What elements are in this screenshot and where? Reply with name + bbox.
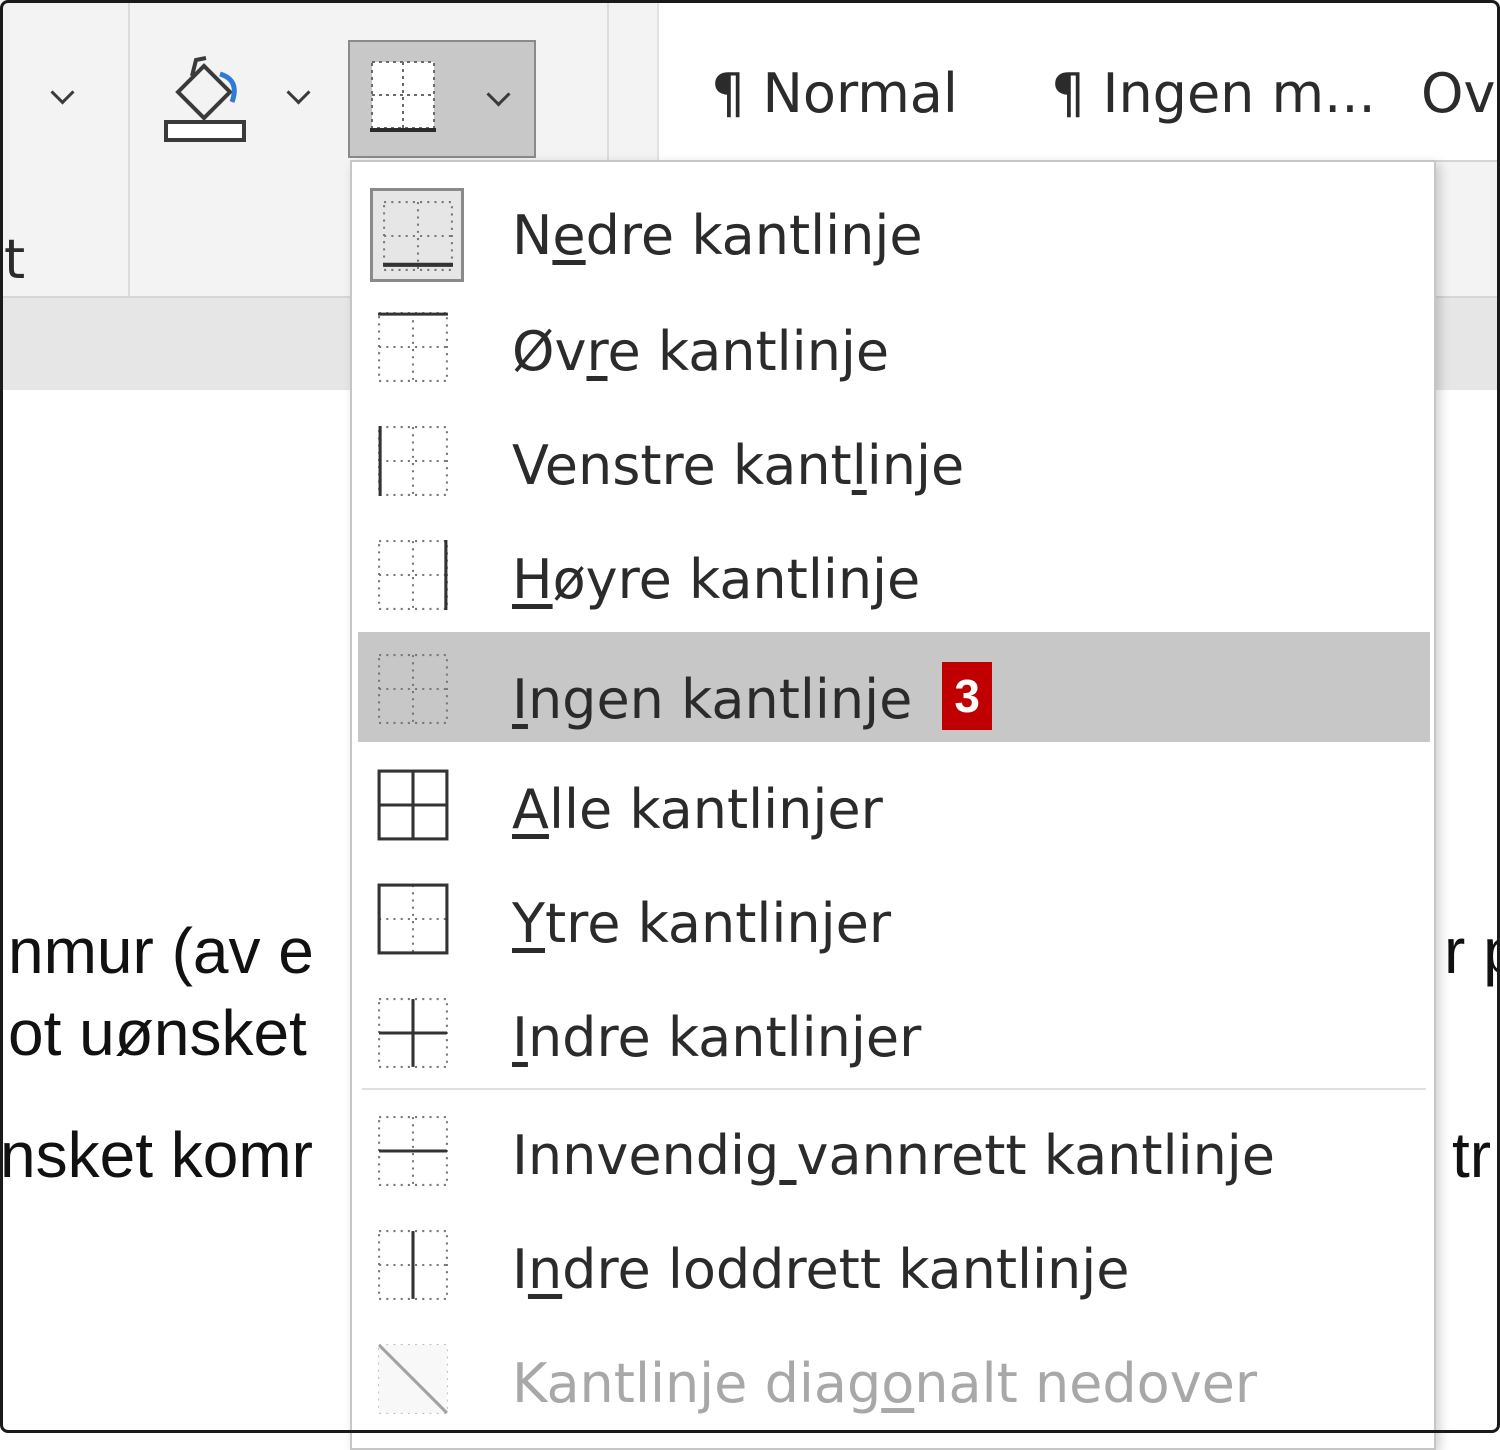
- access-key: l: [851, 434, 867, 497]
- access-key: I: [512, 668, 528, 731]
- document-text-line: r p: [1444, 915, 1500, 987]
- access-key: o: [881, 1352, 915, 1415]
- inside-horizontal-border-icon: [376, 1114, 450, 1188]
- menu-item-label: Innvendig vannrett kantlinje: [512, 1124, 1276, 1187]
- left-border-icon: [376, 424, 450, 498]
- menu-item-right-border[interactable]: Høyre kantlinje: [358, 518, 1430, 628]
- menu-item-label: Nedre kantlinje: [512, 204, 923, 267]
- no-border-icon: [376, 652, 450, 726]
- ribbon-group-label-fragment: t: [4, 228, 26, 291]
- right-border-icon: [376, 538, 450, 612]
- menu-item-inside-vertical-border[interactable]: Indre loddrett kantlinje: [358, 1208, 1430, 1318]
- menu-separator: [362, 1088, 1426, 1090]
- step-badge: 3: [942, 662, 992, 730]
- menu-item-label: Kantlinje diagonalt nedover: [512, 1352, 1258, 1415]
- menu-item-all-borders[interactable]: Alle kantlinjer: [358, 748, 1430, 858]
- style-normal[interactable]: ¶ Normal: [711, 62, 958, 125]
- shading-button[interactable]: [158, 52, 254, 148]
- access-key: A: [512, 778, 549, 841]
- access-key: I: [512, 1006, 528, 1069]
- menu-item-top-border[interactable]: Øvre kantlinje: [358, 290, 1430, 400]
- chevron-down-icon: [486, 82, 511, 107]
- menu-item-no-border[interactable]: Ingen kantlinje 3: [358, 632, 1430, 742]
- top-border-icon: [376, 310, 450, 384]
- access-key: n: [527, 1238, 563, 1301]
- borders-dropdown-button[interactable]: [348, 40, 536, 158]
- outside-borders-icon: [376, 882, 450, 956]
- access-key: e: [552, 204, 586, 267]
- document-text-line: ot uønsket: [8, 997, 307, 1069]
- menu-item-label: Ytre kantlinjer: [512, 892, 892, 955]
- all-borders-icon: [376, 768, 450, 842]
- access-key: r: [586, 320, 608, 383]
- menu-item-inside-horizontal-border[interactable]: Innvendig vannrett kantlinje: [358, 1094, 1430, 1204]
- menu-item-inside-borders[interactable]: Indre kantlinjer: [358, 976, 1430, 1086]
- bottom-border-icon: [370, 188, 464, 282]
- style-heading[interactable]: Ov: [1421, 62, 1495, 125]
- inside-vertical-border-icon: [376, 1228, 450, 1302]
- diagonal-down-border-icon: [376, 1342, 450, 1416]
- access-key: H: [512, 548, 553, 611]
- styles-gallery[interactable]: ¶ Normal ¶ Ingen m... Ov: [657, 0, 1500, 162]
- menu-item-label: Indre loddrett kantlinje: [512, 1238, 1130, 1301]
- document-text-line: tr: [1452, 1119, 1492, 1191]
- menu-item-label: Venstre kantlinje: [512, 434, 965, 497]
- menu-item-outside-borders[interactable]: Ytre kantlinjer: [358, 862, 1430, 972]
- menu-item-bottom-border[interactable]: Nedre kantlinje: [358, 174, 1430, 284]
- borders-dropdown-menu: Nedre kantlinje Øvre kantlinje Venstre kan…: [350, 160, 1436, 1450]
- menu-item-label: Øvre kantlinje: [512, 320, 890, 383]
- paint-bucket-icon: [164, 56, 246, 142]
- access-key: [779, 1124, 796, 1187]
- menu-item-label: Alle kantlinjer: [512, 778, 883, 841]
- inside-borders-icon: [376, 996, 450, 1070]
- access-key: Y: [512, 892, 545, 955]
- borders-icon: [370, 61, 436, 132]
- menu-item-diagonal-down-border: Kantlinje diagonalt nedover: [358, 1322, 1430, 1432]
- ribbon-divider: [128, 0, 130, 298]
- menu-item-label: Ingen kantlinje 3: [512, 662, 992, 731]
- menu-item-left-border[interactable]: Venstre kantlinje: [358, 404, 1430, 514]
- menu-item-label: Indre kantlinjer: [512, 1006, 922, 1069]
- document-text-line: nsket komr: [0, 1119, 313, 1191]
- document-text-line: nmur (av e: [8, 915, 314, 987]
- style-no-spacing[interactable]: ¶ Ingen m...: [1051, 62, 1376, 125]
- menu-item-label: Høyre kantlinje: [512, 548, 921, 611]
